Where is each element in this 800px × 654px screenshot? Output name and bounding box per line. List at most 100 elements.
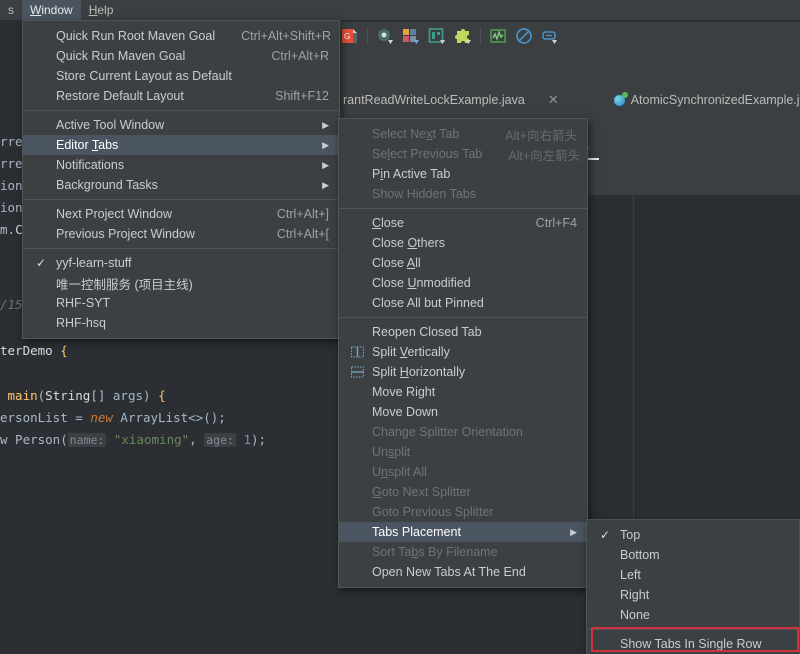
menu-item-label: Reopen Closed Tab	[372, 325, 482, 339]
menubar-item-tools[interactable]: s	[0, 0, 22, 20]
code-line: main(String[] args) {	[0, 388, 166, 403]
menu-item-store-current-layout-as-default[interactable]: Store Current Layout as Default	[23, 66, 339, 86]
tab-row: rantReadWriteLockExample.java ✕ AtomicSy…	[333, 86, 800, 114]
menu-item-pin-active-tab[interactable]: Pin Active Tab	[339, 164, 587, 184]
menu-item-label: Close Unmodified	[372, 276, 471, 290]
debug-icon[interactable]	[376, 27, 394, 45]
menu-item-accelerator: Alt+向右箭头	[479, 125, 577, 144]
menu-item-goto-previous-splitter[interactable]: Goto Previous Splitter	[339, 502, 587, 522]
menu-item-show-hidden-tabs[interactable]: Show Hidden Tabs	[339, 184, 587, 204]
chevron-right-icon: ▶	[304, 141, 329, 150]
chevron-right-icon: ▶	[304, 121, 329, 130]
menu-item-accelerator: Alt+向左箭头	[482, 145, 580, 164]
menu-item-select-next-tab[interactable]: Select Next Tab Alt+向右箭头	[339, 124, 587, 144]
menu-item-placement-none[interactable]: None	[587, 605, 799, 625]
menubar-item-help-label-rest: elp	[97, 3, 113, 17]
editor-tab[interactable]: AtomicSynchronizedExample.ja	[603, 86, 800, 114]
menu-item-placement-top[interactable]: ✓ Top	[587, 525, 799, 545]
close-icon[interactable]: ✕	[548, 92, 559, 108]
split-vertical-icon	[351, 347, 364, 358]
menu-item-close[interactable]: Close Ctrl+F4	[339, 213, 587, 233]
menu-item-placement-bottom[interactable]: Bottom	[587, 545, 799, 565]
menu-item-tabs-placement[interactable]: Tabs Placement ▶	[339, 522, 587, 542]
menu-item-label: Right	[620, 588, 649, 602]
menu-item-placement-left[interactable]: Left	[587, 565, 799, 585]
menu-item-label: Quick Run Root Maven Goal	[56, 29, 215, 43]
code-line: /15	[0, 297, 23, 312]
menu-item-sort-tabs-by-filename[interactable]: Sort Tabs By Filename	[339, 542, 587, 562]
checkmark-icon: ✓	[600, 528, 610, 542]
menu-item-active-tool-window[interactable]: Active Tool Window ▶	[23, 115, 339, 135]
menu-item-close-all-but-pinned[interactable]: Close All but Pinned	[339, 293, 587, 313]
menu-item-reopen-closed-tab[interactable]: Reopen Closed Tab	[339, 322, 587, 342]
menu-item-label: Select Next Tab	[372, 127, 459, 141]
menu-item-close-others[interactable]: Close Others	[339, 233, 587, 253]
menu-item-notifications[interactable]: Notifications ▶	[23, 155, 339, 175]
menu-item-label: Close	[372, 216, 404, 230]
stop-icon[interactable]	[515, 27, 533, 45]
menu-item-label: Select Previous Tab	[372, 147, 482, 161]
menu-separator	[23, 248, 339, 249]
menu-item-label: Split Horizontally	[372, 365, 465, 379]
menu-item-project-yyf-learn-stuff[interactable]: ✓ yyf-learn-stuff	[23, 253, 339, 273]
menu-item-label: Unsplit	[372, 445, 410, 459]
menu-bar[interactable]: s Window Help	[0, 0, 800, 20]
menu-item-show-tabs-in-single-row[interactable]: Show Tabs In Single Row	[587, 634, 799, 654]
database-icon[interactable]	[428, 27, 446, 45]
menu-item-project-rhf-hsq[interactable]: RHF-hsq	[23, 313, 339, 333]
menu-separator	[23, 110, 339, 111]
menu-item-background-tasks[interactable]: Background Tasks ▶	[23, 175, 339, 195]
menu-item-close-unmodified[interactable]: Close Unmodified	[339, 273, 587, 293]
menu-item-restore-default-layout[interactable]: Restore Default Layout Shift+F12	[23, 86, 339, 106]
menu-item-goto-next-splitter[interactable]: Goto Next Splitter	[339, 482, 587, 502]
menu-window[interactable]: Quick Run Root Maven Goal Ctrl+Alt+Shift…	[22, 20, 340, 339]
plugins-icon[interactable]	[454, 27, 472, 45]
menu-item-project-rhf-syt[interactable]: RHF-SYT	[23, 293, 339, 313]
menu-item-label: Tabs Placement	[372, 525, 461, 539]
menu-item-quick-run-maven-goal[interactable]: Quick Run Maven Goal Ctrl+Alt+R	[23, 46, 339, 66]
menu-item-label: Top	[620, 528, 640, 542]
menu-item-label: Unsplit All	[372, 465, 427, 479]
menu-item-accelerator: Shift+F12	[249, 89, 329, 103]
menu-item-next-project-window[interactable]: Next Project Window Ctrl+Alt+]	[23, 204, 339, 224]
menu-item-label: Restore Default Layout	[56, 89, 184, 103]
menubar-item-help[interactable]: Help	[81, 0, 122, 20]
run-file-icon[interactable]: G	[341, 27, 359, 45]
menu-item-move-right[interactable]: Move Right	[339, 382, 587, 402]
menu-item-project-unique-control-service[interactable]: 唯一控制服务 (项目主线)	[23, 273, 339, 293]
menu-item-label: Close Others	[372, 236, 445, 250]
menu-item-editor-tabs[interactable]: Editor Tabs ▶	[23, 135, 339, 155]
menu-item-label: RHF-hsq	[56, 316, 106, 330]
menu-item-placement-right[interactable]: Right	[587, 585, 799, 605]
menu-item-label: Show Tabs In Single Row	[620, 637, 762, 651]
build-project-icon[interactable]	[402, 27, 420, 45]
menu-item-label: Active Tool Window	[56, 118, 164, 132]
menu-item-change-splitter-orientation[interactable]: Change Splitter Orientation	[339, 422, 587, 442]
chevron-right-icon: ▶	[552, 528, 577, 537]
menu-item-move-down[interactable]: Move Down	[339, 402, 587, 422]
profiler-icon[interactable]	[489, 27, 507, 45]
terminal-icon[interactable]	[541, 27, 559, 45]
menu-item-split-vertically[interactable]: Split Vertically	[339, 342, 587, 362]
menu-item-label: None	[620, 608, 650, 622]
menubar-item-window-label-rest: indow	[41, 3, 72, 17]
menu-item-label: Goto Next Splitter	[372, 485, 471, 499]
menu-item-open-new-tabs-at-the-end[interactable]: Open New Tabs At The End	[339, 562, 587, 582]
code-line: w Person(name: "xiaoming", age: 1);	[0, 432, 266, 447]
menubar-item-window[interactable]: Window	[22, 0, 81, 20]
menu-tabs-placement[interactable]: ✓ Top Bottom Left Right None Show Tabs I…	[586, 519, 800, 654]
menu-item-select-previous-tab[interactable]: Select Previous Tab Alt+向左箭头	[339, 144, 587, 164]
toolbar-separator	[480, 28, 481, 44]
menu-item-unsplit-all[interactable]: Unsplit All	[339, 462, 587, 482]
menu-item-split-horizontally[interactable]: Split Horizontally	[339, 362, 587, 382]
menu-item-quick-run-root-maven-goal[interactable]: Quick Run Root Maven Goal Ctrl+Alt+Shift…	[23, 26, 339, 46]
menu-editor-tabs[interactable]: Select Next Tab Alt+向右箭头 Select Previous…	[338, 118, 588, 588]
java-class-icon	[613, 94, 626, 107]
menu-item-close-all[interactable]: Close All	[339, 253, 587, 273]
menu-item-label: Left	[620, 568, 641, 582]
menu-item-previous-project-window[interactable]: Previous Project Window Ctrl+Alt+[	[23, 224, 339, 244]
menu-item-unsplit[interactable]: Unsplit	[339, 442, 587, 462]
checkmark-icon: ✓	[36, 256, 46, 270]
main-toolbar[interactable]: G	[333, 22, 800, 50]
editor-tab[interactable]: rantReadWriteLockExample.java ✕	[333, 86, 569, 114]
